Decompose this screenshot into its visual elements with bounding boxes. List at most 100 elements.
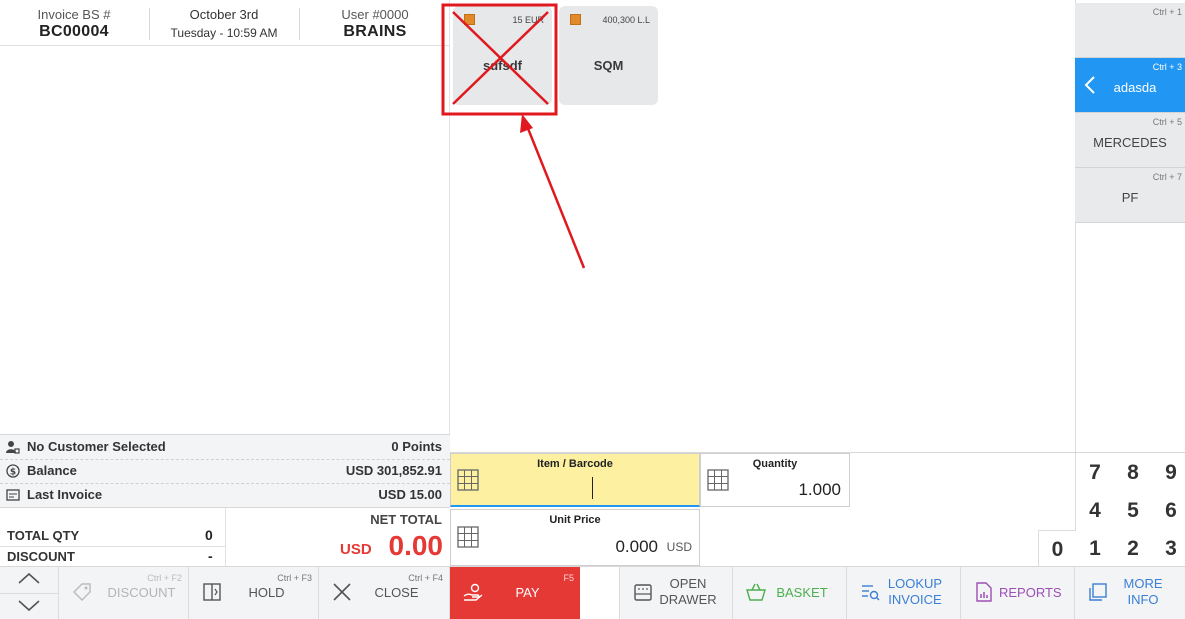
close-icon: [333, 583, 351, 601]
numpad-key-4[interactable]: 4: [1076, 492, 1114, 530]
tag-icon: [73, 583, 91, 601]
category-name: MERCEDES: [1093, 135, 1167, 150]
total-qty-label: TOTAL QTY: [7, 528, 80, 543]
pos-app: Invoice BS # BC00004 October 3rd Tuesday…: [0, 0, 1185, 619]
balance-row: $ Balance USD 301,852.91: [0, 459, 450, 483]
pay-hand-icon: [463, 583, 483, 601]
unit-price-field[interactable]: Unit Price 0.000 USD: [450, 509, 700, 566]
ticket-items-list[interactable]: [0, 46, 450, 434]
category-name: PF: [1121, 190, 1139, 205]
customer-row[interactable]: No Customer Selected 0 Points: [0, 435, 450, 459]
discount-button[interactable]: Ctrl + F2 DISCOUNT: [59, 567, 189, 619]
date-info: October 3rd Tuesday - 10:59 AM: [150, 0, 298, 46]
shortcut-hint: F5: [563, 573, 574, 583]
user-label: User #0000: [341, 7, 409, 22]
invoice-number: BC00004: [39, 23, 109, 40]
dollar-icon: $: [6, 464, 20, 478]
invoice-date: October 3rd: [189, 7, 259, 22]
shortcut-hint: Ctrl + 3: [1152, 62, 1182, 72]
barcode-field[interactable]: Item / Barcode: [450, 453, 700, 507]
chevron-up-icon[interactable]: [16, 570, 42, 586]
more-info-label: MORE INFO: [1123, 576, 1163, 607]
annotation-arrow: [525, 125, 586, 269]
unit-price-label: Unit Price: [549, 514, 601, 526]
numpad-key-3[interactable]: 3: [1152, 530, 1185, 568]
hold-label: HOLD: [248, 585, 285, 600]
close-button[interactable]: Ctrl + F4 CLOSE: [319, 567, 450, 619]
receipt-icon: [6, 489, 20, 501]
close-label: CLOSE: [374, 585, 419, 600]
keypad-icon[interactable]: [707, 469, 729, 491]
lookup-invoice-button[interactable]: LOOKUP INVOICE: [847, 567, 961, 619]
list-search-icon: [862, 585, 880, 601]
divider: [225, 508, 226, 567]
customer-info-panel: No Customer Selected 0 Points $ Balance …: [0, 434, 450, 507]
svg-text:$: $: [10, 468, 16, 478]
numpad-key-2[interactable]: 2: [1114, 530, 1152, 568]
category-1[interactable]: Ctrl + 1: [1075, 3, 1185, 58]
category-adasda[interactable]: Ctrl + 3 adasda: [1075, 58, 1185, 113]
divider: [0, 546, 225, 547]
open-drawer-button[interactable]: OPEN DRAWER: [620, 567, 733, 619]
bottom-toolbar: Ctrl + F2 DISCOUNT Ctrl + F3 HOLD Ctrl +…: [0, 566, 1185, 619]
numpad-key-7[interactable]: 7: [1076, 454, 1114, 492]
shortcut-hint: Ctrl + F4: [408, 573, 443, 583]
keypad-icon[interactable]: [457, 469, 479, 491]
shortcut-hint: Ctrl + 5: [1152, 117, 1182, 127]
last-invoice-row: Last Invoice USD 15.00: [0, 483, 450, 507]
unit-price-value: 0.000: [615, 537, 658, 556]
total-qty-value: 0: [205, 527, 213, 543]
shortcut-hint: Ctrl + F3: [277, 573, 312, 583]
discount-label: DISCOUNT: [107, 585, 176, 600]
numpad-key-1[interactable]: 1: [1076, 530, 1114, 568]
reports-label: REPORTS: [999, 585, 1062, 600]
balance-label: Balance: [27, 463, 77, 478]
annotation-overlay: [441, 3, 586, 269]
quantity-value: 1.000: [798, 480, 841, 499]
keypad-icon[interactable]: [457, 526, 479, 548]
numpad-key-8[interactable]: 8: [1114, 454, 1152, 492]
user-info: User #0000 BRAINS: [300, 0, 450, 46]
totals-panel: TOTAL QTY 0 DISCOUNT - NET TOTAL USD 0.0…: [0, 507, 450, 567]
numpad-key-9[interactable]: 9: [1152, 454, 1185, 492]
invoice-label: Invoice BS #: [37, 7, 111, 22]
shortcut-hint: Ctrl + F2: [147, 573, 182, 583]
basket-icon: [746, 583, 766, 601]
last-invoice-label: Last Invoice: [27, 487, 103, 502]
spacer: [580, 567, 620, 619]
pay-label: PAY: [515, 585, 540, 600]
basket-button[interactable]: BASKET: [733, 567, 847, 619]
scroll-controls: [0, 567, 59, 619]
discount-value: -: [208, 548, 213, 564]
customer-points: 0 Points: [391, 439, 442, 454]
shortcut-hint: Ctrl + 7: [1152, 172, 1182, 182]
invoice-header: Invoice BS # BC00004 October 3rd Tuesday…: [0, 0, 450, 46]
user-name: BRAINS: [343, 23, 407, 40]
numpad-key-6[interactable]: 6: [1152, 492, 1185, 530]
quantity-field[interactable]: Quantity 1.000: [700, 453, 850, 507]
category-name: adasda: [1113, 80, 1157, 95]
category-mercedes[interactable]: Ctrl + 5 MERCEDES: [1075, 113, 1185, 168]
arrow-head: [520, 114, 533, 133]
chevron-down-icon[interactable]: [16, 598, 42, 614]
invoice-info: Invoice BS # BC00004: [0, 0, 148, 46]
reports-button[interactable]: REPORTS: [961, 567, 1075, 619]
open-drawer-label: OPEN DRAWER: [659, 576, 717, 607]
category-pf[interactable]: Ctrl + 7 PF: [1075, 168, 1185, 223]
numpad-key-0[interactable]: 0: [1038, 530, 1076, 568]
pay-button[interactable]: F5 PAY: [450, 567, 580, 619]
lookup-invoice-label: LOOKUP INVOICE: [887, 576, 943, 607]
more-info-button[interactable]: MORE INFO: [1075, 567, 1185, 619]
balance-value: USD 301,852.91: [345, 463, 442, 478]
unit-price-currency: USD: [666, 540, 692, 554]
numpad-key-5[interactable]: 5: [1114, 492, 1152, 530]
customer-icon: [6, 441, 20, 454]
report-icon: [976, 582, 992, 602]
hold-button[interactable]: Ctrl + F3 HOLD: [189, 567, 319, 619]
discount-label: DISCOUNT: [7, 549, 75, 564]
shortcut-hint: Ctrl + 1: [1152, 7, 1182, 17]
divider: [0, 593, 58, 594]
info-cards-icon: [1089, 583, 1107, 601]
barcode-label: Item / Barcode: [537, 458, 613, 470]
text-cursor: [592, 477, 593, 499]
